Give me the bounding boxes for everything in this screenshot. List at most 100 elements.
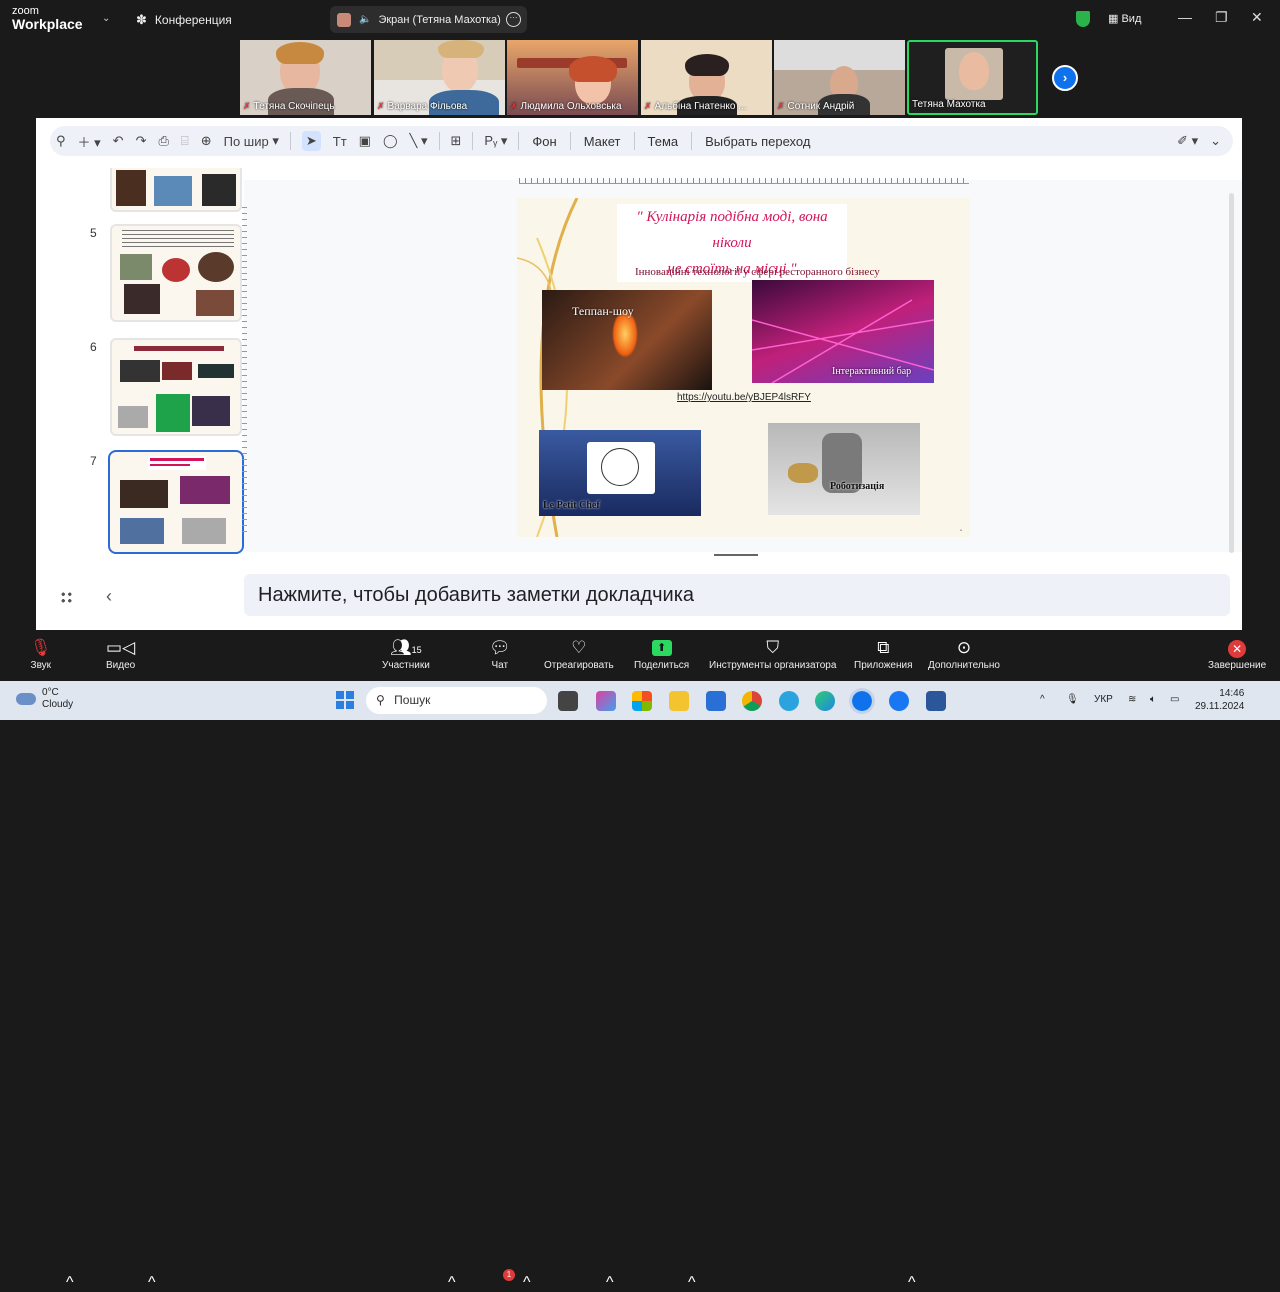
slide-thumbnail-selected[interactable] <box>108 450 244 554</box>
search-icon[interactable]: ⚲ <box>56 133 66 149</box>
apps-options-caret[interactable]: ^ <box>908 1274 916 1292</box>
microphone-tray-icon[interactable]: 🎙︎ <box>1066 694 1079 705</box>
slide-thumbnail[interactable] <box>110 168 242 212</box>
task-view-icon[interactable] <box>558 691 578 711</box>
participant-name: Сотник Андрій <box>787 101 855 112</box>
text-style-icon[interactable]: Pᵧ ▾ <box>484 133 507 149</box>
current-slide[interactable]: " Кулінарія подібна моді, вона ніколи не… <box>517 198 970 537</box>
participant-tile[interactable]: ✗ Альбіна Гнатенко ... <box>641 40 772 115</box>
redo-icon[interactable]: ↷ <box>136 133 147 149</box>
telegram-icon[interactable] <box>779 691 799 711</box>
react-options-caret[interactable]: ^ <box>606 1274 614 1292</box>
end-meeting-button[interactable]: ✕ Завершение <box>1208 636 1266 671</box>
video-options-caret[interactable]: ^ <box>148 1274 156 1292</box>
line-icon[interactable]: ╲ ▾ <box>410 133 428 149</box>
mic-muted-icon: ✗ <box>644 101 652 111</box>
store-icon[interactable] <box>706 691 726 711</box>
collapse-toolbar-icon[interactable]: ⌄ <box>1210 133 1221 149</box>
collapse-filmstrip-icon[interactable]: ‹ <box>106 586 112 607</box>
chrome-icon[interactable] <box>742 691 762 711</box>
participant-tile-active-speaker[interactable]: Тетяна Махотка <box>907 40 1038 115</box>
comment-icon[interactable]: ⊞ <box>451 133 462 149</box>
slide-subtitle: Інноваційні технології у сфері ресторанн… <box>635 266 880 278</box>
end-icon: ✕ <box>1228 640 1247 658</box>
more-icon[interactable]: ··· <box>506 12 521 27</box>
speaker-notes-field[interactable]: Нажмите, чтобы добавить заметки докладчи… <box>244 574 1230 616</box>
zoom-icon[interactable]: ⊕ <box>201 133 212 149</box>
new-slide-button[interactable]: ＋ ▾ <box>78 132 101 151</box>
chevron-right-icon: › <box>1062 70 1068 85</box>
chat-button[interactable]: 💬︎ Чат <box>489 636 511 671</box>
notes-resize-handle[interactable] <box>714 554 758 556</box>
youtube-link[interactable]: https://youtu.be/yBJEP4lsRFY <box>677 392 811 403</box>
image-icon[interactable]: ▣ <box>359 133 371 149</box>
windows-start-icon[interactable] <box>336 691 354 709</box>
paint-format-icon[interactable]: ⌸ <box>181 133 189 149</box>
screen-share-pill[interactable]: 🔈 Экран (Тетяна Махотка) ··· <box>330 6 527 33</box>
chevron-down-icon[interactable]: ⌄ <box>102 13 110 24</box>
theme-button[interactable]: Тема <box>648 134 679 149</box>
slide-filmstrip: 5 6 7 <box>72 168 252 563</box>
security-shield-icon[interactable] <box>1076 11 1090 27</box>
select-tool-icon[interactable]: ➤ <box>301 131 321 151</box>
host-tools-button[interactable]: ⛉ Инструменты организатора <box>709 636 836 671</box>
slide-thumbnail[interactable] <box>110 224 242 322</box>
more-button[interactable]: ⊙ Дополнительно <box>928 636 1000 671</box>
copilot-icon[interactable] <box>596 691 616 711</box>
grid-view-icon[interactable] <box>60 591 73 604</box>
zoom-select[interactable]: По шир ▾ <box>224 133 279 149</box>
slide-thumbnail[interactable] <box>110 338 242 436</box>
restore-icon[interactable]: ❐ <box>1215 9 1228 26</box>
meeting-info-button[interactable]: ✽ Конференция <box>136 12 232 28</box>
view-button[interactable]: ▦ Вид <box>1108 12 1141 25</box>
participant-tile[interactable]: ✗ Варвара Фільова <box>374 40 505 115</box>
photos-icon[interactable] <box>632 691 652 711</box>
edge-icon[interactable] <box>815 691 835 711</box>
share-screen-button[interactable]: ⬆ Поделиться <box>634 636 689 671</box>
participant-tile[interactable]: ✗ Тетяна Скочіпець <box>240 40 371 115</box>
background-button[interactable]: Фон <box>532 134 556 149</box>
share-arrow-icon: ⬆ <box>651 640 672 656</box>
file-explorer-icon[interactable] <box>669 691 689 711</box>
show-hidden-icons[interactable]: ^ <box>1040 694 1045 705</box>
zoom-taskbar-icon[interactable] <box>849 688 875 714</box>
wifi-icon[interactable]: ≋ <box>1128 694 1136 705</box>
robotization-image: Роботизація <box>768 423 920 515</box>
undo-icon[interactable]: ↶ <box>113 133 124 149</box>
pen-tool-icon[interactable]: ✐ ▾ <box>1177 133 1198 149</box>
participants-options-caret[interactable]: ^ <box>448 1274 456 1292</box>
search-icon: ⚲ <box>376 693 385 707</box>
transition-button[interactable]: Выбрать переход <box>705 134 810 149</box>
battery-icon[interactable]: ▭ <box>1170 694 1179 705</box>
volume-icon[interactable]: 🔈︎ <box>1150 694 1156 705</box>
canvas-scrollbar[interactable] <box>1229 193 1234 553</box>
participant-tile[interactable]: ✗ Людмила Ольховська <box>507 40 638 115</box>
minimize-icon[interactable]: — <box>1178 9 1192 25</box>
taskbar-search[interactable]: ⚲ Пошук <box>366 687 547 714</box>
le-petit-chef-image: Le Petit Chef <box>539 430 701 516</box>
react-button[interactable]: ♡ Отреагировать <box>544 636 614 671</box>
print-icon[interactable]: ⎙ <box>158 133 168 149</box>
text-box-icon[interactable]: Tт <box>333 134 347 149</box>
participant-tile[interactable]: ✗ Сотник Андрій <box>774 40 905 115</box>
chat-options-caret[interactable]: ^ <box>523 1274 531 1292</box>
language-indicator[interactable]: УКР <box>1094 694 1113 705</box>
layout-button[interactable]: Макет <box>584 134 621 149</box>
share-options-caret[interactable]: ^ <box>688 1274 696 1292</box>
meeting-label: Конференция <box>154 13 232 27</box>
participants-button[interactable]: 👥︎15 Участники <box>382 636 430 671</box>
shared-screen[interactable]: ⚲ ＋ ▾ ↶ ↷ ⎙ ⌸ ⊕ По шир ▾ ➤ Tт ▣ ◯ ╲ ▾ ⊞ … <box>36 118 1242 630</box>
apps-button[interactable]: ⧉ Приложения <box>854 636 913 671</box>
audio-button[interactable]: 🎙︎ Звук <box>30 636 52 671</box>
weather-widget[interactable]: 0°C Cloudy <box>16 687 73 711</box>
audio-options-caret[interactable]: ^ <box>66 1274 74 1292</box>
shape-icon[interactable]: ◯ <box>383 133 398 149</box>
close-icon[interactable]: ✕ <box>1251 9 1263 26</box>
video-button[interactable]: ▭◁ Видео <box>106 636 135 671</box>
word-icon[interactable] <box>926 691 946 711</box>
facebook-icon[interactable] <box>889 691 909 711</box>
app-logo: zoom Workplace <box>12 6 83 32</box>
chat-unread-badge: 1 <box>503 1269 515 1281</box>
system-clock[interactable]: 14:46 29.11.2024 <box>1195 687 1244 713</box>
next-page-button[interactable]: › <box>1052 65 1078 91</box>
